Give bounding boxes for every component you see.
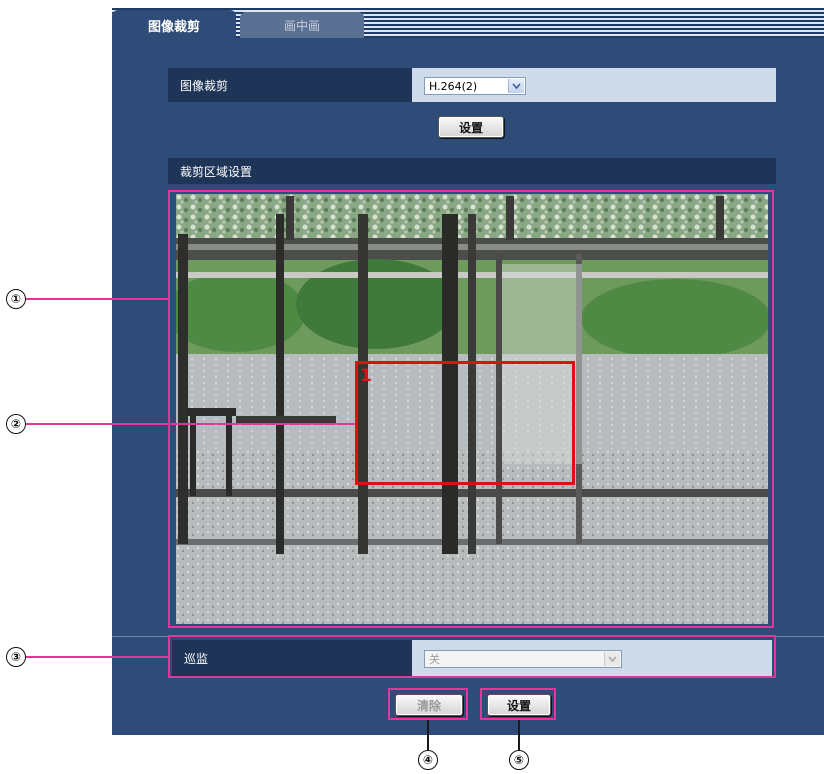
chevron-down-icon [508, 79, 524, 93]
leader-line-4 [427, 720, 429, 752]
callout-4: ④ [418, 750, 438, 770]
highlight-clear-button [388, 688, 468, 720]
crop-area-title: 裁剪区域设置 [180, 164, 253, 179]
highlight-camera-image [168, 190, 774, 628]
image-crop-label: 图像裁剪 [168, 68, 412, 102]
crop-area-section-header: 裁剪区域设置 [168, 158, 776, 184]
highlight-set-button [480, 688, 556, 720]
leader-line-3 [26, 656, 170, 658]
tab-picture-in-picture[interactable]: 画中画 [240, 12, 364, 38]
image-crop-select-value: H.264(2) [429, 79, 478, 93]
callout-1: ① [6, 289, 26, 309]
image-crop-select[interactable]: H.264(2) [424, 77, 526, 95]
highlight-patrol-row [168, 635, 776, 678]
callout-2: ② [6, 414, 26, 434]
tab-image-crop[interactable]: 图像裁剪 [112, 10, 236, 40]
leader-line-1 [26, 298, 170, 300]
callout-3: ③ [6, 647, 26, 667]
leader-line-2 [26, 423, 355, 425]
callout-5: ⑤ [509, 750, 529, 770]
leader-line-5 [518, 720, 520, 752]
image-crop-label-text: 图像裁剪 [180, 78, 229, 93]
set-button-top[interactable]: 设置 [438, 116, 504, 138]
